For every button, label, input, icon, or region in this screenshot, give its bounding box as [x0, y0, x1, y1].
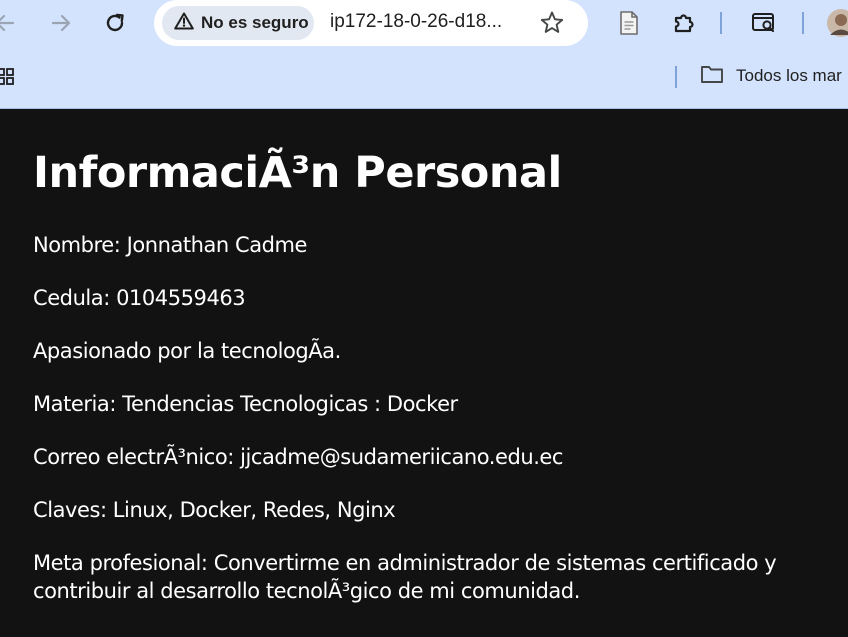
info-line-email: Correo electrÃ³nico: jjcadme@sudameriica…	[33, 445, 563, 469]
extensions-puzzle-icon[interactable]	[671, 10, 697, 36]
tab-search-icon[interactable]	[751, 10, 777, 36]
info-line-passion: Apasionado por la tecnologÃa.	[33, 339, 341, 363]
security-label: No es seguro	[201, 13, 309, 32]
bookmarks-all-folder[interactable]: Todos los mar	[700, 64, 842, 88]
page-title: InformaciÃ³n Personal	[33, 148, 562, 198]
warning-icon	[174, 12, 194, 34]
security-chip[interactable]: No es seguro	[162, 6, 314, 40]
bookmark-star-icon[interactable]	[538, 9, 566, 37]
toolbar-separator	[720, 12, 722, 34]
address-bar[interactable]: No es seguro ip172-18-0-26-d18...	[154, 0, 588, 46]
url-text[interactable]: ip172-18-0-26-d18...	[330, 11, 502, 33]
reload-icon[interactable]	[102, 10, 128, 36]
info-line-name: Nombre: Jonnathan Cadme	[33, 233, 308, 257]
toolbar-separator	[802, 12, 804, 34]
back-arrow-icon[interactable]	[0, 10, 18, 36]
forward-arrow-icon[interactable]	[48, 10, 74, 36]
info-line-id: Cedula: 0104559463	[33, 286, 246, 310]
browser-toolbar: No es seguro ip172-18-0-26-d18... Todos …	[0, 0, 848, 109]
profile-avatar[interactable]	[826, 8, 848, 38]
info-line-keywords: Claves: Linux, Docker, Redes, Nginx	[33, 498, 396, 522]
bookmarks-separator	[675, 66, 677, 88]
info-line-goal: Meta profesional: Convertirme en adminis…	[33, 551, 777, 603]
page-content: InformaciÃ³n Personal Nombre: Jonnathan …	[33, 140, 823, 630]
apps-grid-icon[interactable]	[0, 65, 16, 89]
bookmarks-folder-label: Todos los mar	[736, 66, 842, 85]
folder-icon	[700, 64, 724, 88]
document-icon[interactable]	[616, 10, 642, 36]
info-line-subject: Materia: Tendencias Tecnologicas : Docke…	[33, 392, 458, 416]
